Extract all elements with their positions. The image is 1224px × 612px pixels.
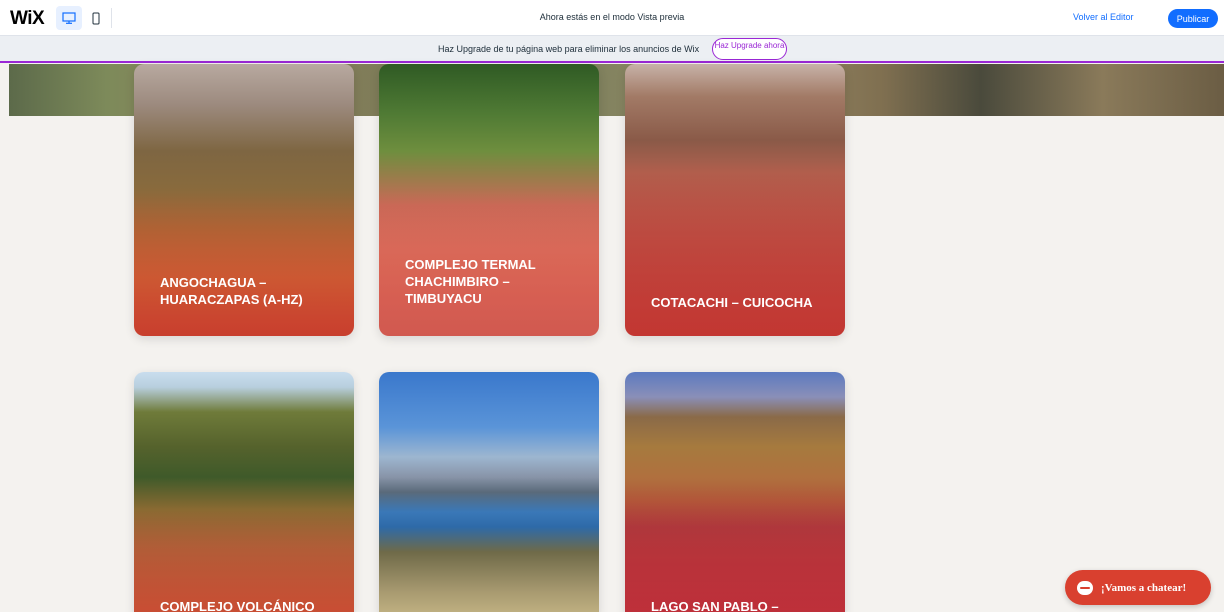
destination-card-cotacachi[interactable]: COTACACHI – CUICOCHA xyxy=(625,64,845,336)
destination-card-angochagua[interactable]: ANGOCHAGUA – HUARACZAPAS (A-Hz) xyxy=(134,64,354,336)
card-title: ANGOCHAGUA – HUARACZAPAS (A-Hz) xyxy=(160,275,303,307)
card-title: COMPLEJO TERMAL CHACHIMBIRO – TIMBUYACU xyxy=(405,257,536,306)
destination-card-lago-san-pablo[interactable]: LAGO SAN PABLO – xyxy=(625,372,845,612)
publish-button[interactable]: Publicar xyxy=(1168,9,1218,28)
editor-top-bar: WiX Ahora estás en el modo Vista previa … xyxy=(0,0,1224,36)
chat-bubble-icon xyxy=(1077,580,1093,595)
back-to-editor-link[interactable]: Volver al Editor xyxy=(1073,12,1134,22)
card-title: COMPLEJO VOLCÁNICO xyxy=(160,599,315,612)
card-title: LAGO SAN PABLO – xyxy=(651,599,779,612)
upgrade-now-button[interactable]: Haz Upgrade ahora xyxy=(712,38,787,60)
destination-card-chachimbiro[interactable]: COMPLEJO TERMAL CHACHIMBIRO – TIMBUYACU xyxy=(379,64,599,336)
destination-card-complejo-volcanico[interactable]: COMPLEJO VOLCÁNICO xyxy=(134,372,354,612)
destination-card-lake[interactable] xyxy=(379,372,599,612)
upgrade-banner-text: Haz Upgrade de tu página web para elimin… xyxy=(438,44,700,54)
preview-mode-message: Ahora estás en el modo Vista previa xyxy=(539,12,685,22)
card-title: COTACACHI – CUICOCHA xyxy=(651,295,813,310)
chat-button-label: ¡Vamos a chatear! xyxy=(1101,581,1187,594)
upgrade-banner: Haz Upgrade de tu página web para elimin… xyxy=(0,36,1224,63)
chat-button[interactable]: ¡Vamos a chatear! xyxy=(1065,570,1211,605)
